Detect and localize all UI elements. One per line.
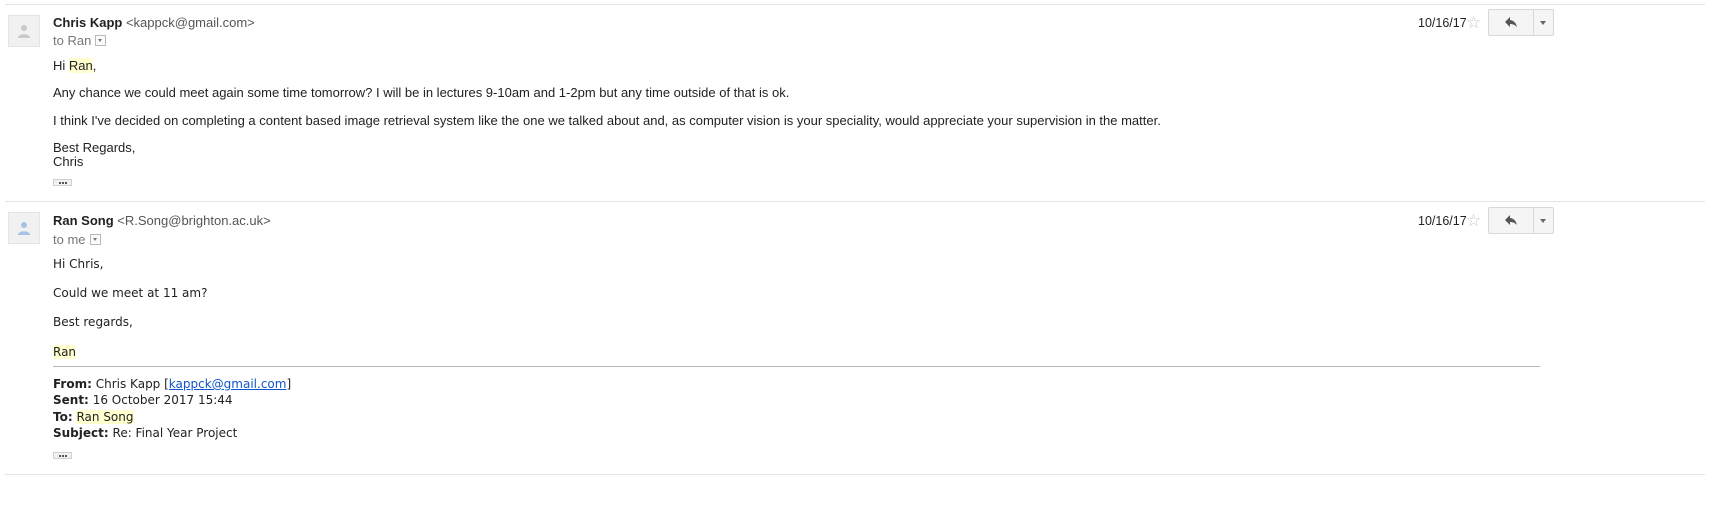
sender-line[interactable]: Chris Kapp <kappck@gmail.com>: [53, 15, 255, 30]
highlighted-name: Ran: [53, 345, 77, 359]
quoted-sent-label: Sent:: [53, 393, 89, 407]
more-options-button[interactable]: [1534, 208, 1554, 233]
reply-button-group: [1488, 207, 1554, 234]
quoted-from-close: ]: [286, 377, 292, 391]
quoted-header-divider: [53, 366, 1540, 367]
divider: [5, 4, 1705, 5]
quoted-subject-value: Re: Final Year Project: [112, 426, 238, 440]
quoted-to: To: Ran Song: [53, 410, 134, 424]
recipient-label: to me: [53, 232, 86, 247]
show-trimmed-content-button[interactable]: [53, 179, 72, 186]
quoted-from: From: Chris Kapp [kappck@gmail.com]: [53, 377, 291, 391]
recipient-label: to Ran: [53, 33, 92, 48]
message-date: 10/16/17: [1418, 16, 1467, 30]
divider: [5, 474, 1705, 475]
quoted-subject-label: Subject:: [53, 426, 109, 440]
sender-email: <kappck@gmail.com>: [125, 15, 255, 30]
quoted-from-name: Chris Kapp [: [95, 377, 169, 391]
greeting: Hi Chris,: [53, 257, 104, 271]
message-date: 10/16/17: [1418, 214, 1467, 228]
sender-avatar[interactable]: [8, 15, 40, 47]
quoted-sent: Sent: 16 October 2017 15:44: [53, 393, 233, 407]
greeting: Hi Ran,: [53, 58, 96, 73]
sender-avatar[interactable]: [8, 212, 40, 244]
quoted-sent-value: 16 October 2017 15:44: [92, 393, 233, 407]
reply-arrow-icon: [1505, 17, 1517, 27]
signature: Chris: [53, 154, 84, 169]
reply-button-group: [1488, 9, 1554, 36]
person-silhouette-icon: [18, 25, 30, 38]
quoted-subject: Subject: Re: Final Year Project: [53, 426, 237, 440]
signoff: Best regards,: [53, 315, 133, 329]
body-paragraph: Could we meet at 11 am?: [53, 286, 208, 300]
quoted-to-label: To:: [53, 410, 73, 424]
star-icon[interactable]: ☆: [1466, 212, 1481, 229]
person-silhouette-icon: [18, 222, 30, 235]
sender-name[interactable]: Ran Song: [53, 213, 114, 228]
highlighted-name: Ran: [68, 58, 93, 73]
more-options-button[interactable]: [1534, 10, 1554, 35]
body-paragraph: Any chance we could meet again some time…: [53, 85, 790, 100]
greeting-suffix: ,: [92, 58, 97, 73]
show-details-icon[interactable]: [89, 234, 101, 246]
signature: Ran: [53, 345, 77, 359]
recipient-line: to me: [53, 232, 101, 247]
quoted-to-value: Ran Song: [76, 410, 134, 424]
show-details-icon[interactable]: [95, 35, 107, 47]
show-trimmed-content-button[interactable]: [53, 452, 72, 459]
reply-button[interactable]: [1489, 208, 1534, 233]
greeting-prefix: Hi: [53, 58, 69, 73]
star-icon[interactable]: ☆: [1466, 14, 1481, 31]
reply-button[interactable]: [1489, 10, 1534, 35]
recipient-line: to Ran: [53, 33, 107, 48]
signoff: Best Regards,: [53, 140, 136, 155]
quoted-from-email-link[interactable]: kappck@gmail.com: [169, 377, 287, 391]
divider: [5, 201, 1705, 202]
sender-name[interactable]: Chris Kapp: [53, 15, 122, 30]
quoted-from-label: From:: [53, 377, 92, 391]
sender-email: <R.Song@brighton.ac.uk>: [117, 213, 271, 228]
reply-arrow-icon: [1505, 215, 1517, 225]
body-paragraph: I think I've decided on completing a con…: [53, 113, 1161, 128]
sender-line[interactable]: Ran Song <R.Song@brighton.ac.uk>: [53, 213, 271, 228]
